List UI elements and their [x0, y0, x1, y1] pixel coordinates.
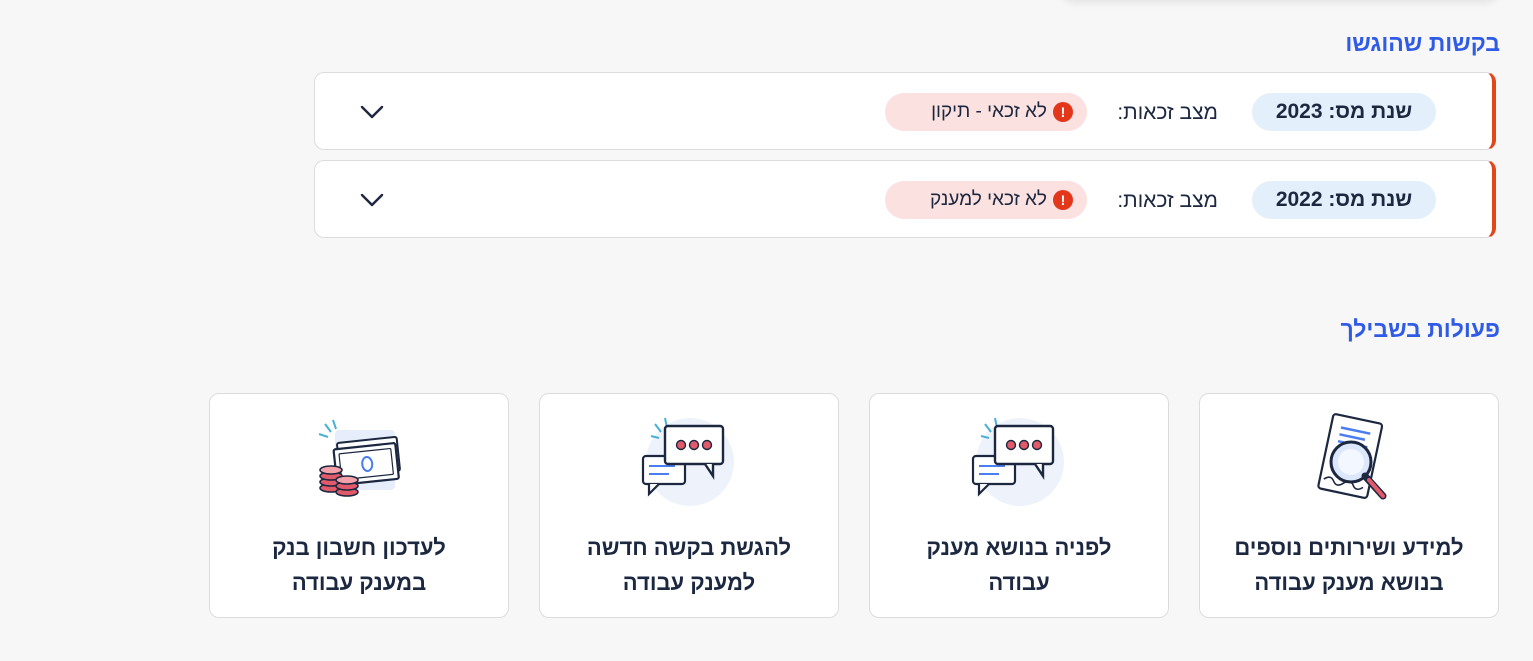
chat-bubbles-icon	[971, 417, 1064, 506]
action-card-inquiry[interactable]: לפניה בנושא מענק עבודה	[869, 393, 1169, 618]
action-label: לעדכון חשבון בנק במענק עבודה	[272, 535, 446, 595]
tax-year-value: 2022	[1275, 188, 1323, 211]
chevron-down-icon[interactable]	[357, 97, 387, 127]
action-label: לפניה בנושא מענק עבודה	[926, 535, 1112, 595]
requests-section-title: בקשות שהוגשו	[1345, 30, 1500, 56]
action-card-info-services[interactable]: למידע ושירותים נוספים בנושא מענק עבודה	[1199, 393, 1499, 618]
action-label: להגשת בקשה חדשה למענק עבודה	[586, 535, 792, 595]
action-card-new-request[interactable]: להגשת בקשה חדשה למענק עבודה	[539, 393, 839, 618]
status-text: לא זכאי למענק	[930, 189, 1047, 210]
alert-icon: !	[1053, 102, 1073, 122]
eligibility-label: מצב זכאות:	[1117, 189, 1218, 212]
tax-year-label: שנת מס:	[1328, 188, 1413, 211]
actions-section-title: פעולות בשבילך	[1340, 316, 1500, 342]
action-card-bank-update[interactable]: לעדכון חשבון בנק במענק עבודה	[209, 393, 509, 618]
status-badge: ! לא זכאי - תיקון	[885, 93, 1087, 131]
tax-year-pill: שנת מס: 2023	[1252, 93, 1436, 131]
status-text: לא זכאי - תיקון	[931, 101, 1047, 122]
money-coins-icon	[318, 419, 401, 497]
chat-bubbles-icon	[641, 417, 734, 506]
action-label: למידע ושירותים נוספים בנושא מענק עבודה	[1234, 535, 1464, 595]
tax-year-pill: שנת מס: 2022	[1252, 181, 1436, 219]
tax-year-label: שנת מס:	[1328, 100, 1413, 123]
chevron-down-icon[interactable]	[357, 185, 387, 215]
eligibility-label: מצב זכאות:	[1117, 101, 1218, 124]
request-row-2023[interactable]: שנת מס: 2023 מצב זכאות: ! לא זכאי - תיקו…	[314, 72, 1496, 150]
request-row-2022[interactable]: שנת מס: 2022 מצב זכאות: ! לא זכאי למענק	[314, 160, 1496, 238]
tax-year-value: 2023	[1275, 100, 1323, 123]
document-search-icon	[1317, 413, 1387, 500]
alert-icon: !	[1053, 190, 1073, 210]
status-badge: ! לא זכאי למענק	[885, 181, 1087, 219]
